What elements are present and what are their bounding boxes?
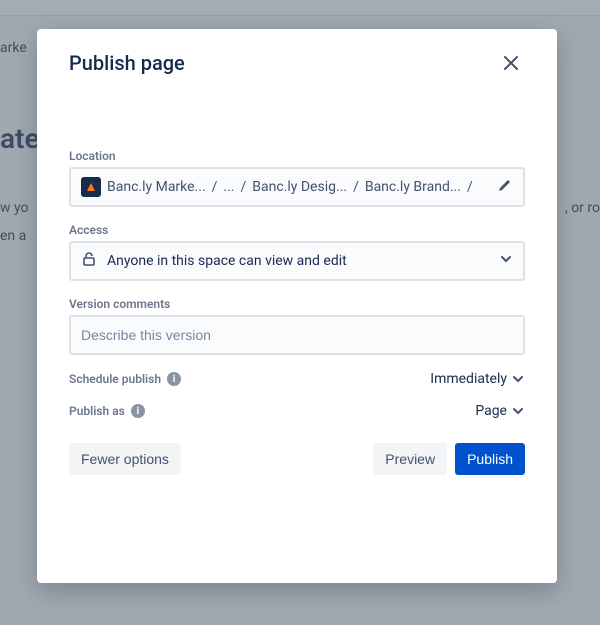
publish-as-row: Publish as i Page (69, 403, 525, 419)
version-input[interactable] (69, 315, 525, 355)
modal-title: Publish page (69, 51, 185, 75)
publish-button[interactable]: Publish (455, 443, 525, 475)
preview-button[interactable]: Preview (373, 443, 447, 475)
access-label: Access (69, 223, 525, 237)
breadcrumb-item: Banc.ly Desig... (252, 179, 347, 195)
schedule-value: Immediately (430, 371, 507, 387)
version-label: Version comments (69, 297, 525, 311)
publish-modal: Publish page Location Banc.ly Marke... /… (37, 29, 557, 583)
breadcrumb-sep: / (241, 179, 247, 195)
close-button[interactable] (497, 49, 525, 77)
schedule-row: Schedule publish i Immediately (69, 371, 525, 387)
modal-footer: Fewer options Preview Publish (69, 435, 525, 475)
info-icon[interactable]: i (167, 372, 181, 386)
version-field: Version comments (69, 297, 525, 355)
location-field: Location Banc.ly Marke... / ... / Banc.l… (69, 149, 525, 207)
fewer-options-button[interactable]: Fewer options (69, 443, 181, 475)
access-select[interactable]: Anyone in this space can view and edit (69, 241, 525, 281)
location-label: Location (69, 149, 525, 163)
modal-body: Location Banc.ly Marke... / ... / Banc.l… (37, 133, 557, 583)
schedule-label: Schedule publish (69, 372, 161, 386)
breadcrumb-sep: / (353, 179, 359, 195)
space-icon (81, 177, 101, 197)
breadcrumb: Banc.ly Marke... / ... / Banc.ly Desig..… (81, 177, 489, 197)
publish-as-select[interactable]: Page (475, 403, 525, 419)
schedule-select[interactable]: Immediately (430, 371, 525, 387)
pencil-icon[interactable] (497, 177, 513, 197)
publish-as-label: Publish as (69, 404, 125, 418)
chevron-down-icon (499, 252, 513, 270)
breadcrumb-item: Banc.ly Brand... (365, 179, 461, 195)
breadcrumb-item: Banc.ly Marke... (107, 179, 206, 195)
access-value: Anyone in this space can view and edit (107, 253, 347, 269)
breadcrumb-sep: / (467, 179, 473, 195)
location-control[interactable]: Banc.ly Marke... / ... / Banc.ly Desig..… (69, 167, 525, 207)
breadcrumb-item: ... (223, 179, 234, 195)
info-icon[interactable]: i (131, 404, 145, 418)
chevron-down-icon (511, 372, 525, 386)
publish-as-value: Page (475, 403, 507, 419)
breadcrumb-sep: / (212, 179, 218, 195)
close-icon (502, 54, 520, 72)
unlock-icon (81, 251, 97, 271)
chevron-down-icon (511, 404, 525, 418)
modal-header: Publish page (37, 29, 557, 77)
access-field: Access Anyone in this space can view and… (69, 223, 525, 281)
